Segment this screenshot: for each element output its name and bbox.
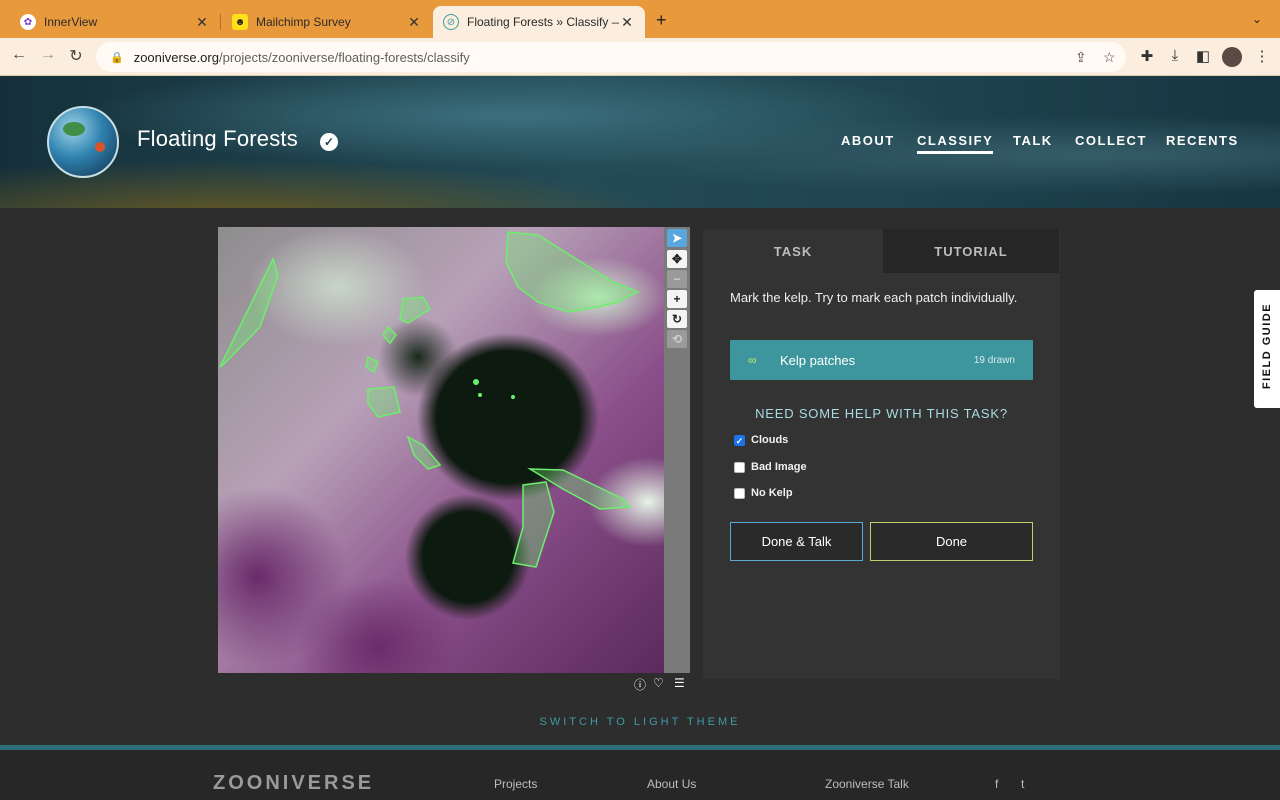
- sidepanel-icon[interactable]: ◧: [1193, 47, 1213, 65]
- checkbox-checked[interactable]: ✓: [734, 434, 745, 446]
- project-title[interactable]: Floating Forests: [137, 126, 298, 152]
- drawn-count: 19 drawn: [973, 354, 1015, 366]
- back-icon[interactable]: ←: [8, 46, 30, 64]
- switch-theme-link[interactable]: SWITCH TO LIGHT THEME: [0, 716, 1280, 728]
- footer: [0, 750, 1280, 800]
- logo-land-shape: [63, 122, 85, 136]
- kelp-patch: [219, 256, 279, 368]
- footer-link-projects[interactable]: Projects: [494, 777, 537, 791]
- close-tab-icon[interactable]: ✕: [194, 14, 210, 31]
- nav-recents[interactable]: RECENTS: [1166, 133, 1239, 148]
- checkbox-no-kelp[interactable]: No Kelp: [734, 487, 793, 499]
- forward-icon[interactable]: →: [37, 46, 59, 64]
- reset-view-icon[interactable]: ⟲: [667, 330, 687, 348]
- nav-about[interactable]: ABOUT: [841, 133, 895, 148]
- zooniverse-icon: ⊘: [443, 14, 459, 30]
- project-avatar[interactable]: [47, 106, 119, 178]
- extensions-icon[interactable]: ✚: [1137, 47, 1157, 65]
- zoom-in-icon[interactable]: +: [667, 290, 687, 308]
- footer-link-talk[interactable]: Zooniverse Talk: [825, 777, 909, 791]
- download-icon[interactable]: ⤓: [1165, 47, 1185, 64]
- collection-list-icon[interactable]: ☰: [674, 676, 685, 690]
- field-guide-label: FIELD GUIDE: [1261, 302, 1273, 390]
- checkbox-unchecked[interactable]: [734, 487, 745, 499]
- kelp-patch: [399, 296, 432, 324]
- kelp-patch: [382, 325, 397, 345]
- rotate-icon[interactable]: ↻: [667, 310, 687, 328]
- nav-collect[interactable]: COLLECT: [1075, 133, 1147, 148]
- share-icon[interactable]: ⇪: [1075, 49, 1087, 66]
- browser-tab-innerview[interactable]: ✿ InnerView ✕: [10, 6, 220, 38]
- chevron-down-icon[interactable]: ⌄: [1252, 12, 1262, 26]
- field-guide-tab[interactable]: FIELD GUIDE: [1254, 290, 1280, 408]
- help-heading[interactable]: NEED SOME HELP WITH THIS TASK?: [730, 406, 1033, 421]
- checkbox-bad-image[interactable]: Bad Image: [734, 461, 807, 473]
- done-and-talk-button[interactable]: Done & Talk: [730, 522, 863, 561]
- kelp-patch: [512, 481, 555, 568]
- kelp-patch: [473, 379, 479, 385]
- twitter-icon[interactable]: t: [1021, 777, 1024, 791]
- tab-divider: [220, 14, 221, 30]
- tab-tutorial[interactable]: TUTORIAL: [883, 229, 1059, 273]
- footer-link-about[interactable]: About Us: [647, 777, 696, 791]
- kelp-patch: [367, 386, 401, 418]
- subject-image[interactable]: [218, 227, 664, 673]
- lock-icon: 🔒: [110, 51, 124, 64]
- zooniverse-logo[interactable]: ZOONIVERSE: [213, 772, 374, 795]
- tab-title: Floating Forests » Classify — Z: [467, 15, 619, 29]
- profile-avatar[interactable]: [1222, 47, 1242, 67]
- pointer-tool-icon[interactable]: ➤: [667, 229, 687, 247]
- nav-classify[interactable]: CLASSIFY: [917, 133, 994, 154]
- close-tab-icon[interactable]: ✕: [406, 14, 422, 31]
- done-button[interactable]: Done: [870, 522, 1033, 561]
- kelp-patch: [365, 355, 379, 374]
- kelp-patches-tool-button[interactable]: ∞ Kelp patches 19 drawn: [730, 340, 1033, 380]
- tool-label: Kelp patches: [780, 352, 856, 368]
- polygon-tool-icon: ∞: [748, 353, 757, 367]
- kelp-patch: [511, 395, 515, 399]
- reload-icon[interactable]: ↻: [65, 46, 87, 66]
- kelp-markings-overlay[interactable]: [218, 227, 664, 673]
- checkbox-unchecked[interactable]: [734, 461, 745, 473]
- innerview-icon: ✿: [20, 14, 36, 30]
- checkbox-label: Bad Image: [751, 461, 807, 473]
- facebook-icon[interactable]: f: [995, 777, 998, 791]
- tab-task[interactable]: TASK: [703, 229, 883, 273]
- task-instruction: Mark the kelp. Try to mark each patch in…: [730, 290, 1018, 305]
- pan-tool-icon[interactable]: ✥: [667, 250, 687, 268]
- bookmark-star-icon[interactable]: ☆: [1103, 49, 1116, 66]
- kelp-patch: [505, 231, 640, 313]
- kelp-patch: [478, 393, 482, 397]
- new-tab-icon[interactable]: +: [656, 10, 667, 31]
- url-field[interactable]: 🔒 zooniverse.org/projects/zooniverse/flo…: [96, 42, 1126, 72]
- checkbox-label: No Kelp: [751, 487, 793, 499]
- close-tab-icon[interactable]: ✕: [619, 14, 635, 31]
- tab-title: InnerView: [44, 15, 98, 29]
- verified-check-icon: ✓: [320, 133, 338, 151]
- browser-tab-floating-forests[interactable]: ⊘ Floating Forests » Classify — Z ✕: [433, 6, 645, 38]
- info-icon[interactable]: ⓘ: [634, 676, 646, 693]
- kelp-patch: [406, 435, 442, 470]
- nav-talk[interactable]: TALK: [1013, 133, 1053, 148]
- url-host: zooniverse.org: [133, 49, 219, 65]
- kebab-menu-icon[interactable]: ⋮: [1252, 47, 1272, 65]
- zoom-out-icon[interactable]: −: [667, 270, 687, 288]
- browser-tab-mailchimp[interactable]: ☻ Mailchimp Survey ✕: [222, 6, 432, 38]
- favorite-heart-icon[interactable]: ♡: [653, 676, 664, 690]
- url-path: /projects/zooniverse/floating-forests/cl…: [218, 49, 470, 65]
- tab-title: Mailchimp Survey: [256, 15, 351, 29]
- checkbox-label: Clouds: [751, 434, 789, 446]
- mailchimp-icon: ☻: [232, 14, 248, 30]
- logo-dot-shape: [95, 142, 105, 152]
- checkbox-clouds[interactable]: ✓ Clouds: [734, 434, 788, 446]
